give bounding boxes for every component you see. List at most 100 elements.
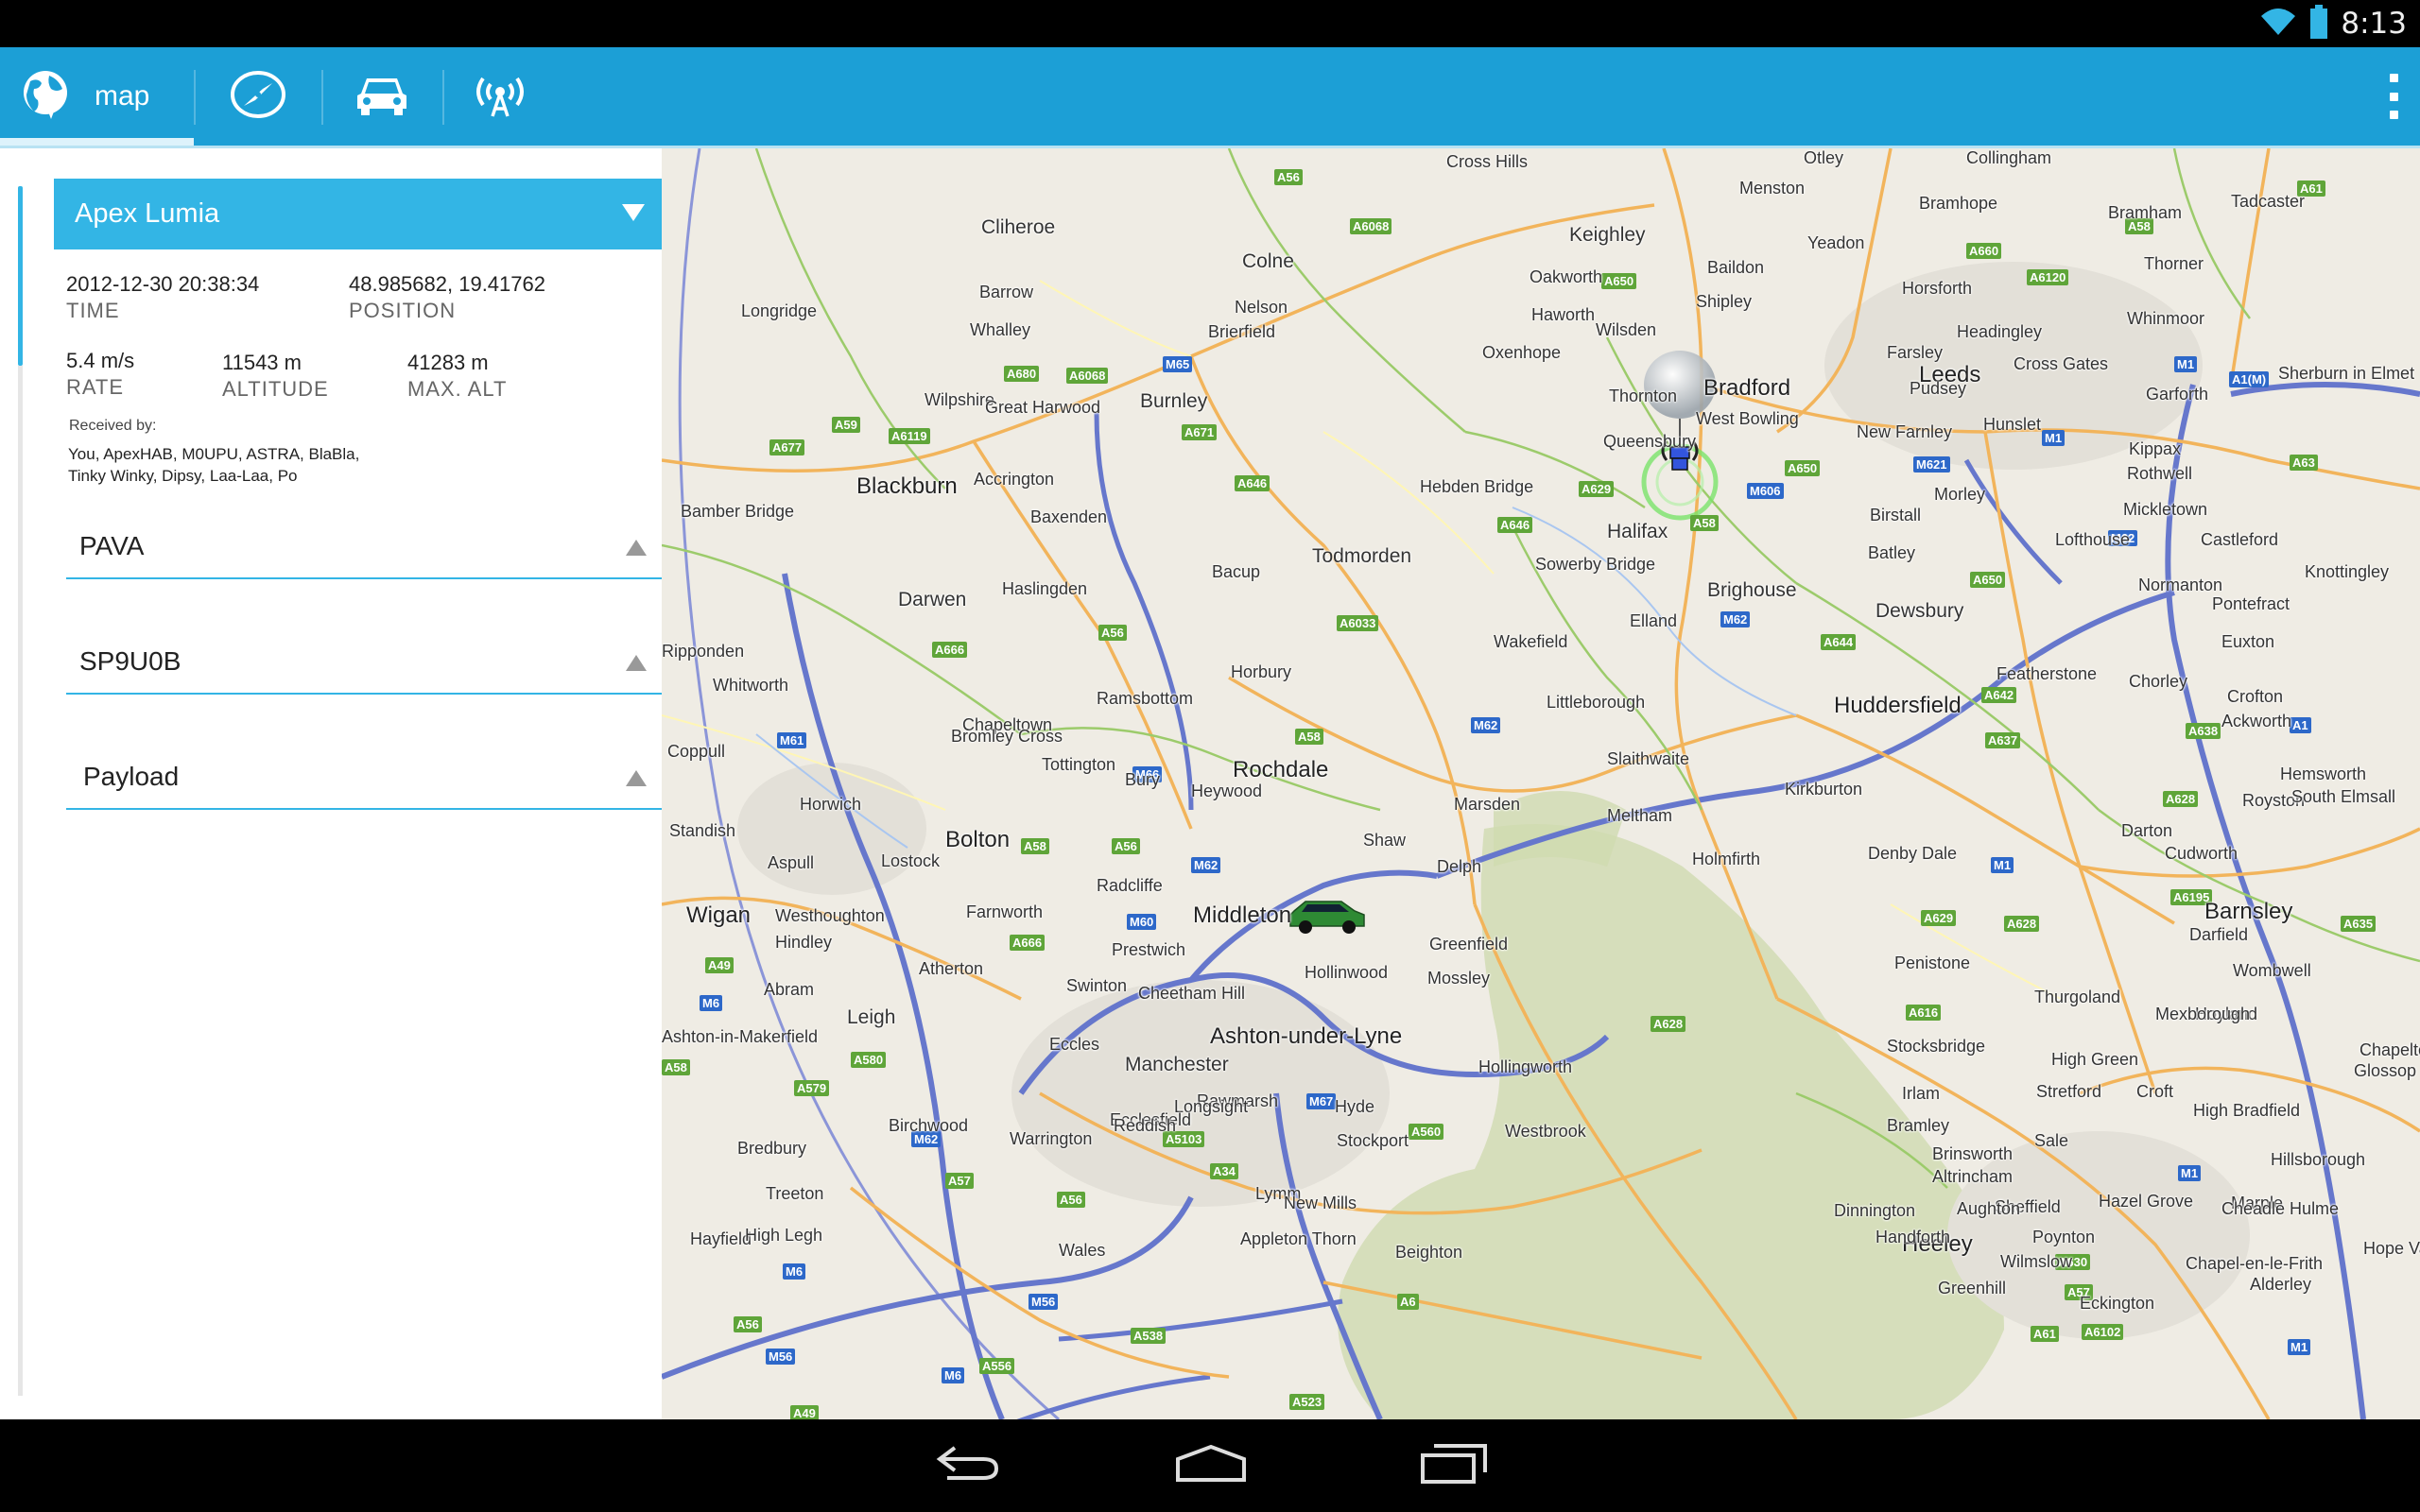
road-shield: A56 [1098,625,1127,641]
chase-car-marker-icon[interactable] [1288,898,1366,936]
road-shield: A644 [1821,634,1857,650]
expand-arrow-icon [626,655,647,671]
road-shield: A6068 [1350,218,1392,234]
road-shield: M65 [1163,356,1193,372]
road-shield: A58 [662,1059,690,1075]
payload-item-label: SP9U0B [79,646,182,676]
map-place-label: Reddish [1114,1116,1177,1135]
map-place-label: Barrow [979,283,1034,301]
back-button[interactable] [925,1436,1011,1495]
rate-field: 5.4 m/s RATE [66,349,134,400]
road-shield: A650 [1970,572,2006,588]
map-place-label: Todmorden [1312,545,1412,567]
map-place-label: Haworth [1531,305,1596,324]
map-place-label: Bury [1125,770,1161,789]
map-place-label: Cross Hills [1446,152,1529,171]
road-shield: M62 [1191,857,1221,873]
map-place-label: Keighley [1569,224,1646,246]
road-shield: A58 [1021,838,1049,854]
map-place-label: Chapeltown [2360,1040,2420,1059]
map-place-label: Warrington [1010,1129,1093,1148]
tab-map[interactable]: map [0,47,194,146]
map-place-label: Ashton-under-Lyne [1210,1023,1403,1049]
road-shield: M61 [777,732,807,748]
road-shield: A56 [734,1316,762,1332]
map-place-label: Headingley [1957,322,2043,341]
map-place-label: Ackworth [2221,712,2292,730]
road-shield: A6119 [889,428,930,444]
payload-item-sp9u0b[interactable]: SP9U0B [66,638,662,695]
road-shield: A556 [979,1358,1015,1374]
map-place-label: Swinton [1066,976,1128,995]
tab-signal[interactable] [442,47,558,146]
map-place-label: Sowerby Bridge [1535,555,1656,574]
tab-car[interactable] [321,47,442,146]
overflow-menu-button[interactable] [2382,70,2405,123]
tab-selected-indicator [0,138,194,146]
position-label: POSITION [349,299,457,322]
payload-header-apex-lumia[interactable]: Apex Lumia [54,179,662,249]
map-place-label: Morley [1934,485,1986,504]
map-place-label: Shipley [1696,292,1753,311]
road-shield: A6068 [1066,368,1109,384]
map-place-label: Thornton [1609,387,1678,405]
tab-compass[interactable] [194,47,321,146]
map-place-label: Garforth [2146,385,2209,404]
road-shield: M1 [1991,857,2014,873]
map-place-label: Bamber Bridge [681,502,795,521]
map-place-label: Poynton [2032,1228,2096,1246]
status-bar: 8:13 [0,0,2420,47]
map-place-label: Rothwell [2127,464,2193,483]
map-place-label: Chorley [2129,672,2188,691]
payload-item-payload[interactable]: Payload [66,753,662,810]
home-button[interactable] [1168,1436,1253,1495]
road-shield: A6102 [2082,1324,2124,1340]
road-shield: A650 [1601,273,1637,289]
map-place-label: Burnley [1140,390,1208,412]
map-place-label: Greenhill [1938,1279,2007,1297]
max-alt-field: 41283 m MAX. ALT [407,351,507,402]
road-shield: A57 [945,1173,974,1189]
scroll-indicator[interactable] [18,186,23,366]
map-place-label: Nelson [1235,298,1288,317]
map-place-label: Bramhope [1919,194,1998,213]
map-place-label: Hope Valley [2363,1239,2420,1258]
map-place-label: Hollinwood [1305,963,1389,982]
road-shield: M1 [2178,1165,2202,1181]
road-shield: A61 [2031,1326,2059,1342]
road-shield: M56 [766,1349,796,1365]
map-place-label: Birstall [1870,506,1922,524]
action-bar: map [0,47,2420,146]
status-time: 8:13 [2341,7,2407,41]
road-shield: A56 [1112,838,1140,854]
map-place-label: Pontefract [2212,594,2290,613]
map-place-label: Kirkburton [1785,780,1863,799]
received-by-list: You, ApexHAB, M0UPU, ASTRA, BlaBla, Tink… [68,443,408,487]
road-shield: A6 [1397,1294,1419,1310]
map-place-label: Tottington [1042,755,1116,774]
map-view[interactable]: A56 A61 A58 A6068 A660 A6120 A650 M65 M1… [662,148,2420,1419]
map-place-label: Westhoughton [775,906,885,925]
map-place-label: Longridge [741,301,818,320]
map-place-label: Whitworth [713,676,789,695]
rate-label: RATE [66,375,125,399]
map-place-label: Brinsworth [1932,1144,2014,1163]
map-place-label: Cheadle Hulme [2221,1199,2340,1218]
map-place-label: Atherton [919,959,984,978]
recent-apps-button[interactable] [1410,1436,1495,1495]
map-place-label: Cross Gates [2014,354,2109,373]
payload-item-pava[interactable]: PAVA [66,523,662,579]
map-place-label: Bramham [2108,203,2183,222]
map-place-label: Dewsbury [1876,600,1964,622]
map-place-label: Meltham [1607,806,1673,825]
max-alt-label: MAX. ALT [407,377,508,401]
payload-item-label: PAVA [79,531,145,560]
altitude-value: 11543 m [222,351,302,374]
road-shield: A579 [794,1080,830,1096]
map-place-label: Hazel Grove [2099,1192,2194,1211]
map-place-label: West Bowling [1696,409,1799,428]
map-place-label: Wakefield [1494,632,1568,651]
road-shield: M606 [1747,483,1784,499]
map-place-label: Hyde [1335,1097,1375,1116]
road-shield: M6 [700,995,723,1011]
